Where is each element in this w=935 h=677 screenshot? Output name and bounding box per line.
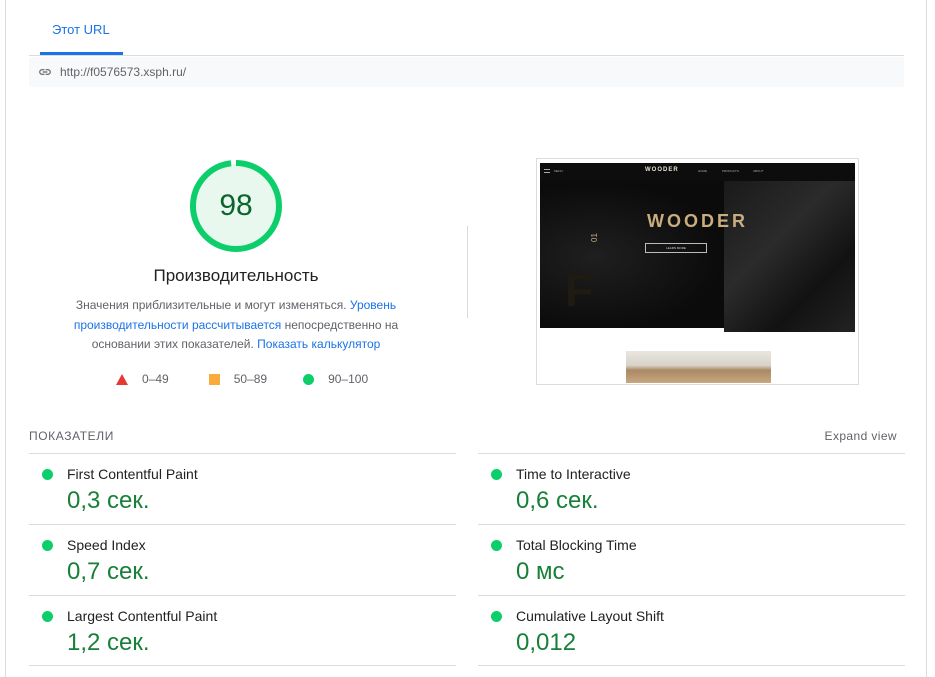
pass-circle-icon xyxy=(491,540,502,551)
circle-icon xyxy=(303,373,315,385)
performance-description: Значения приблизительные и могут изменят… xyxy=(46,296,426,355)
menu-icon xyxy=(544,169,550,173)
preview-menu-label: MENU xyxy=(554,169,563,173)
metrics-bottom-divider-left xyxy=(29,665,456,666)
performance-score: 98 xyxy=(219,189,253,222)
preview-number: 01 xyxy=(589,233,599,242)
preview-nav-products: PRODUCTS xyxy=(722,169,739,173)
metric-tbt: Total Blocking Time 0 мс xyxy=(478,524,905,595)
tab-divider xyxy=(29,55,904,56)
show-calculator-link[interactable]: Показать калькулятор xyxy=(257,337,380,351)
score-legend: 0–49 50–89 90–100 xyxy=(116,372,404,386)
link-icon xyxy=(39,69,51,75)
desc-text-1: Значения приблизительные и могут изменят… xyxy=(75,298,350,312)
preview-nav-home: HOME xyxy=(698,169,707,173)
metric-label: Time to Interactive xyxy=(516,466,631,482)
metric-label: First Contentful Paint xyxy=(67,466,198,482)
metric-tti: Time to Interactive 0,6 сек. xyxy=(478,453,905,524)
preview-big-letter: F xyxy=(565,264,594,316)
preview-hero: MENU WOODER HOME PRODUCTS ABOUT F 01 WOO… xyxy=(540,163,855,332)
pass-circle-icon xyxy=(42,540,53,551)
preview-brand-logo: WOODER xyxy=(645,167,679,173)
url-text: http://f0576573.xsph.ru/ xyxy=(60,65,187,79)
preview-nav-about: ABOUT xyxy=(753,169,764,173)
triangle-icon xyxy=(116,373,128,385)
pass-circle-icon xyxy=(42,611,53,622)
legend-fail-label: 0–49 xyxy=(142,372,169,386)
legend-pass-label: 90–100 xyxy=(328,372,369,386)
metric-value: 1,2 сек. xyxy=(67,629,150,656)
url-bar: http://f0576573.xsph.ru/ xyxy=(29,57,904,87)
preview-white-strip xyxy=(540,328,724,336)
metric-value: 0,6 сек. xyxy=(516,487,599,514)
legend-pass: 90–100 xyxy=(303,372,368,386)
hero-right-bg xyxy=(724,181,855,332)
metric-value: 0,3 сек. xyxy=(67,487,150,514)
preview-hero-title: WOODER xyxy=(647,211,748,231)
metric-speed-index: Speed Index 0,7 сек. xyxy=(29,524,456,595)
legend-average-label: 50–89 xyxy=(233,372,268,386)
preview-table-image xyxy=(626,351,771,383)
metric-cls: Cumulative Layout Shift 0,012 xyxy=(478,595,905,666)
tab-this-url[interactable]: Этот URL xyxy=(52,22,110,37)
metrics-header: ПОКАЗАТЕЛИ xyxy=(29,429,114,443)
metric-label: Cumulative Layout Shift xyxy=(516,608,664,624)
metric-label: Total Blocking Time xyxy=(516,537,637,553)
tab-active-indicator xyxy=(40,52,123,55)
pass-circle-icon xyxy=(491,469,502,480)
vertical-divider xyxy=(467,226,468,318)
metric-fcp: First Contentful Paint 0,3 сек. xyxy=(29,453,456,524)
performance-title: Производительность xyxy=(153,266,319,285)
metric-lcp: Largest Contentful Paint 1,2 сек. xyxy=(29,595,456,666)
preview-learn-more-button: LEARN MORE xyxy=(645,243,707,253)
performance-gauge: 98 xyxy=(189,159,283,253)
pass-circle-icon xyxy=(491,611,502,622)
legend-average: 50–89 xyxy=(205,372,267,386)
legend-fail: 0–49 xyxy=(116,372,169,386)
metric-value: 0 мс xyxy=(516,558,565,585)
page-screenshot-preview: MENU WOODER HOME PRODUCTS ABOUT F 01 WOO… xyxy=(536,158,859,385)
expand-view-button[interactable]: Expand view xyxy=(825,429,897,443)
metric-label: Largest Contentful Paint xyxy=(67,608,218,624)
metric-value: 0,012 xyxy=(516,629,577,656)
square-icon xyxy=(208,373,220,385)
metric-value: 0,7 сек. xyxy=(67,558,150,585)
metrics-bottom-divider-right xyxy=(478,665,905,666)
pass-circle-icon xyxy=(42,469,53,480)
metric-label: Speed Index xyxy=(67,537,146,553)
